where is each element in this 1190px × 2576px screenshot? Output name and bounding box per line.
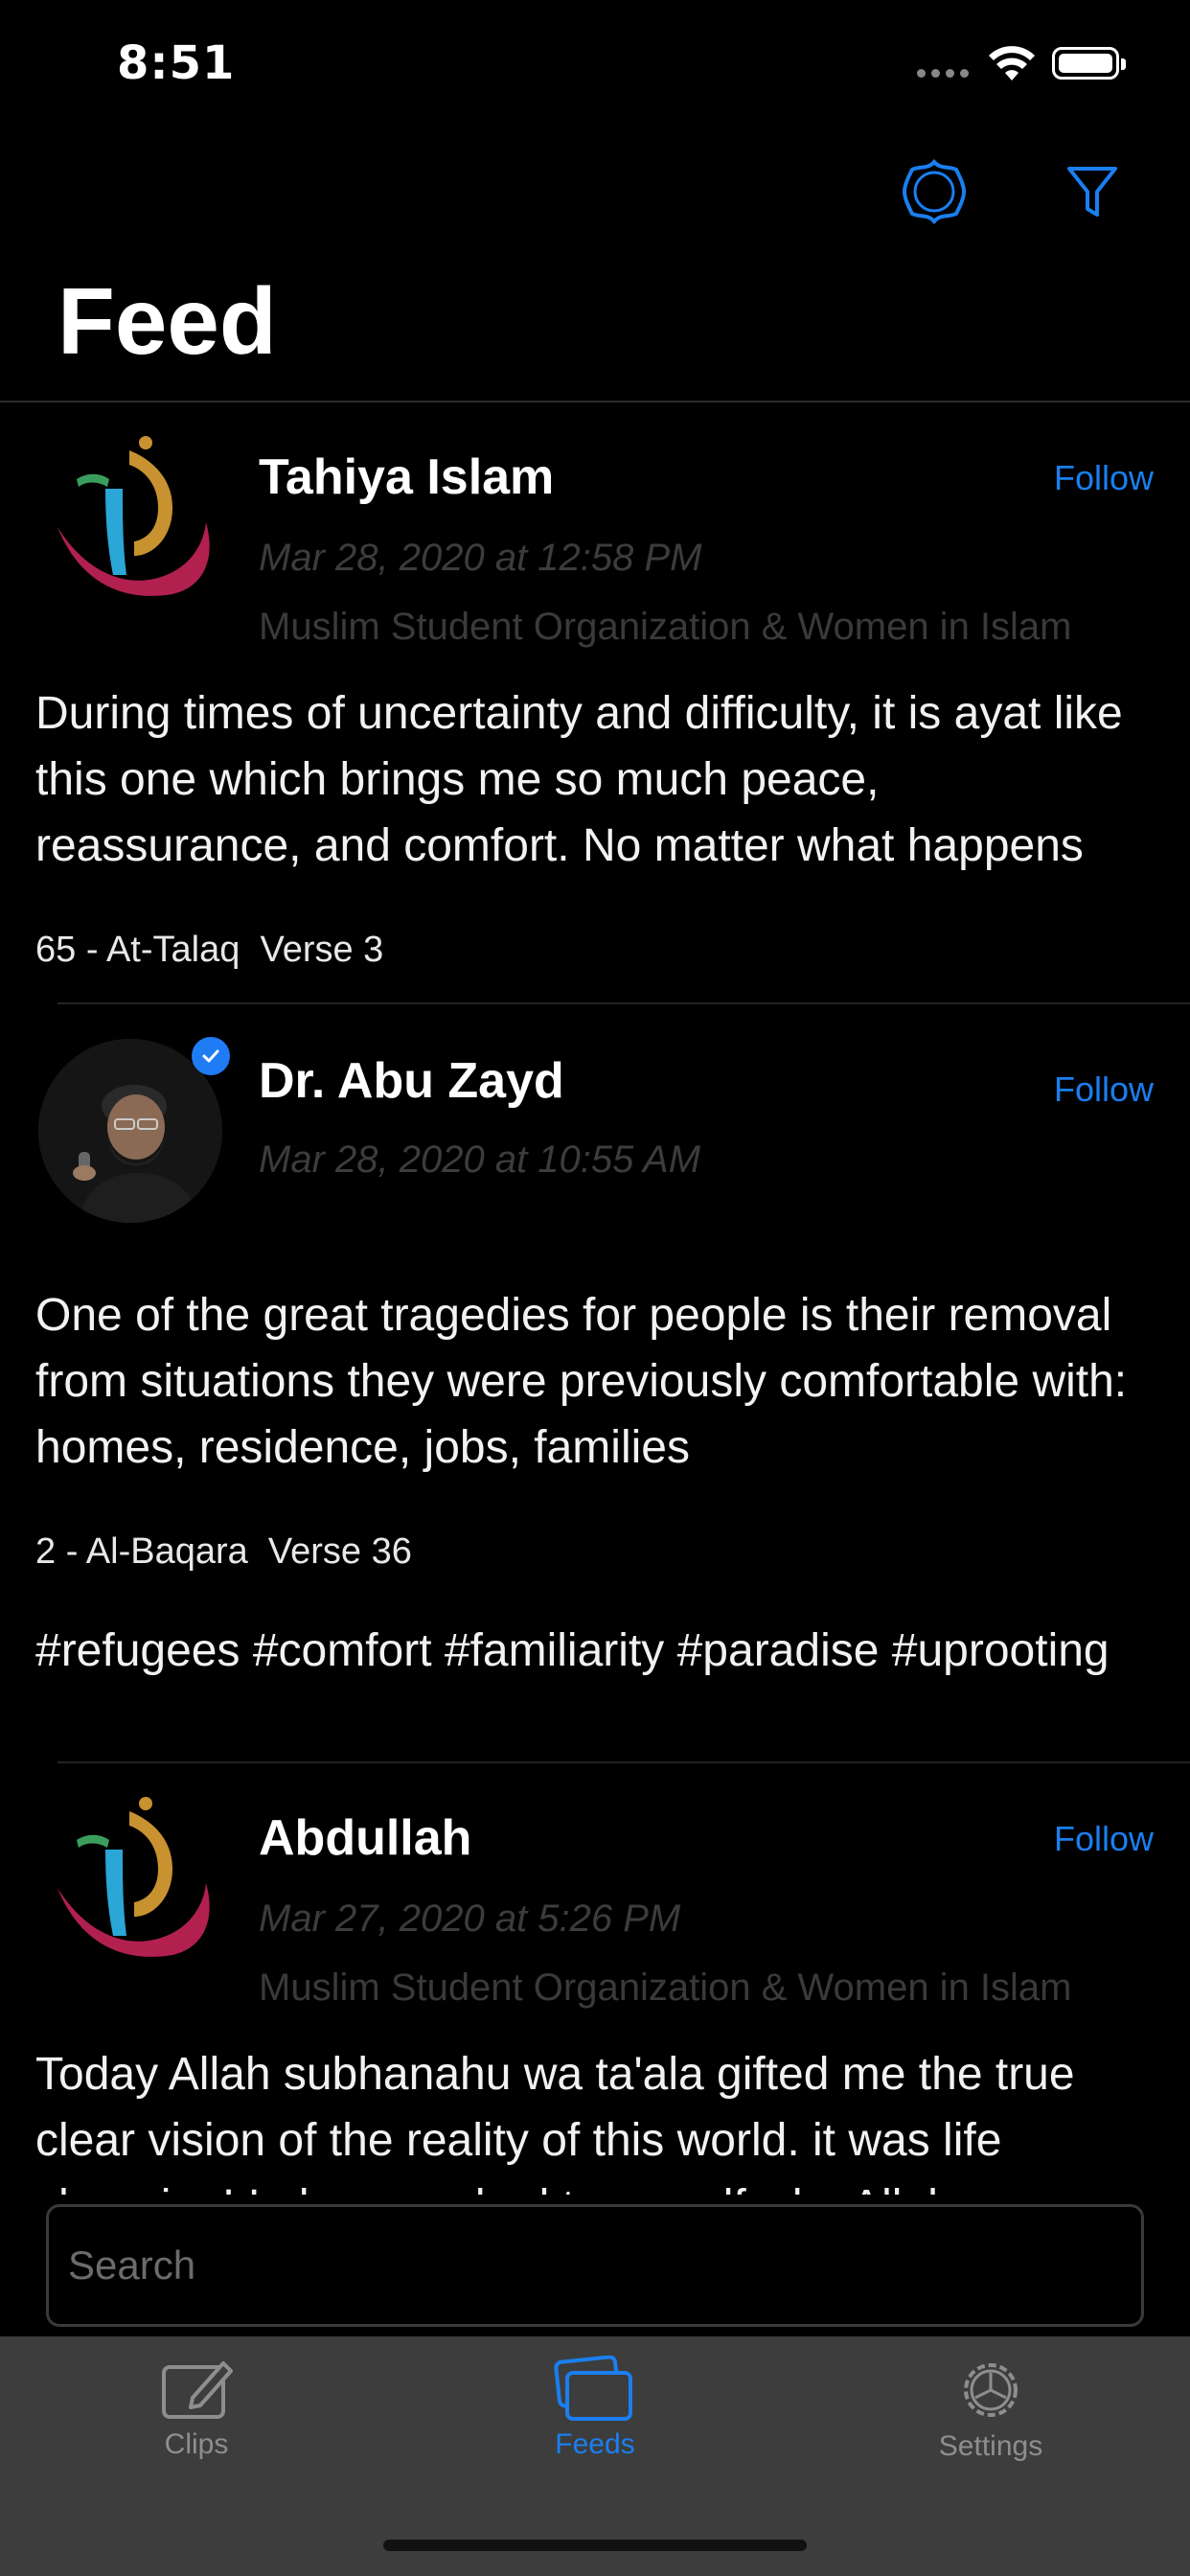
follow-button[interactable]: Follow xyxy=(1054,1070,1154,1110)
battery-icon xyxy=(1052,47,1126,80)
feed-list[interactable]: Tahiya Islam Follow Mar 28, 2020 at 12:5… xyxy=(0,402,1190,2204)
clip-edit-icon xyxy=(162,2361,233,2419)
verse-reference[interactable]: 65 - At-Talaq Verse 3 xyxy=(35,930,383,971)
avatar[interactable] xyxy=(38,1792,222,1976)
author-name[interactable]: Tahiya Islam xyxy=(259,448,554,506)
author-name[interactable]: Dr. Abu Zayd xyxy=(259,1052,564,1110)
verse-reference[interactable]: 2 - Al-Baqara Verse 36 xyxy=(35,1531,412,1573)
feed-post[interactable]: Tahiya Islam Follow Mar 28, 2020 at 12:5… xyxy=(0,402,1190,1004)
tab-bar: Clips Feeds Settings xyxy=(0,2336,1190,2576)
tab-clips[interactable]: Clips xyxy=(81,2356,311,2490)
feed-post[interactable]: Dr. Abu Zayd Follow Mar 28, 2020 at 10:5… xyxy=(0,1004,1190,1763)
verified-badge-icon xyxy=(192,1037,230,1075)
post-text[interactable]: During times of uncertainty and difficul… xyxy=(35,680,1156,879)
post-text[interactable]: Today Allah subhanahu wa ta'ala gifted m… xyxy=(35,2041,1156,2204)
quran-logo-icon xyxy=(57,1797,210,1957)
quran-emblem-icon xyxy=(902,158,967,225)
feed-post[interactable]: Abdullah Follow Mar 27, 2020 at 5:26 PM … xyxy=(0,1763,1190,2204)
post-date: Mar 27, 2020 at 5:26 PM xyxy=(259,1898,681,1940)
post-text[interactable]: One of the great tragedies for people is… xyxy=(35,1282,1156,1481)
search-bar xyxy=(0,2195,1190,2336)
status-bar: 8:51 xyxy=(0,0,1190,134)
filter-button[interactable] xyxy=(1054,153,1131,230)
tab-feeds[interactable]: Feeds xyxy=(480,2356,710,2490)
avatar[interactable] xyxy=(38,431,222,615)
cellular-signal-icon xyxy=(917,69,969,78)
post-date: Mar 28, 2020 at 12:58 PM xyxy=(259,537,702,579)
author-name[interactable]: Abdullah xyxy=(259,1809,471,1867)
quran-logo-icon xyxy=(57,436,210,596)
search-input[interactable] xyxy=(46,2204,1144,2327)
status-time: 8:51 xyxy=(117,36,236,90)
wifi-icon xyxy=(989,46,1035,80)
organization-label: Muslim Student Organization & Women in I… xyxy=(259,1966,1072,2009)
home-indicator xyxy=(383,2540,807,2551)
quran-emblem-button[interactable] xyxy=(896,153,973,230)
follow-button[interactable]: Follow xyxy=(1054,1819,1154,1859)
page-title: Feed xyxy=(57,268,277,374)
cards-icon xyxy=(554,2356,632,2421)
tab-label: Clips xyxy=(164,2428,229,2460)
tab-label: Feeds xyxy=(555,2428,635,2460)
post-date: Mar 28, 2020 at 10:55 AM xyxy=(259,1138,701,1181)
filter-icon xyxy=(1067,167,1117,217)
gear-icon xyxy=(964,2363,1018,2417)
tab-label: Settings xyxy=(938,2430,1043,2462)
organization-label: Muslim Student Organization & Women in I… xyxy=(259,606,1072,648)
hashtags[interactable]: #refugees #comfort #familiarity #paradis… xyxy=(35,1618,1156,1684)
tab-settings[interactable]: Settings xyxy=(876,2356,1106,2490)
follow-button[interactable]: Follow xyxy=(1054,458,1154,498)
